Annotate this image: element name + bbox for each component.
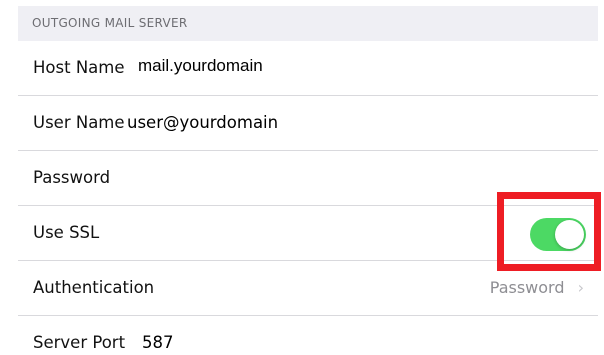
authentication-value: Password xyxy=(489,278,565,297)
host-name-label: Host Name xyxy=(33,58,125,77)
host-name-row[interactable]: Host Name mail.yourdomain xyxy=(18,41,598,96)
section-header-outgoing-mail-server: OUTGOING MAIL SERVER xyxy=(18,6,598,41)
user-name-label: User Name xyxy=(33,113,125,132)
server-port-value[interactable]: 587 xyxy=(142,316,174,355)
section-header-label: OUTGOING MAIL SERVER xyxy=(32,16,188,30)
settings-page: OUTGOING MAIL SERVER Host Name mail.your… xyxy=(0,0,604,355)
user-name-value[interactable]: user@yourdomain xyxy=(127,96,278,150)
server-port-row[interactable]: Server Port 587 xyxy=(18,316,598,355)
user-name-row[interactable]: User Name user@yourdomain xyxy=(18,96,598,151)
server-port-label: Server Port xyxy=(33,333,126,352)
authentication-label: Authentication xyxy=(33,278,155,297)
highlight-annotation-box xyxy=(497,192,601,271)
password-label: Password xyxy=(33,168,111,187)
use-ssl-label: Use SSL xyxy=(33,223,100,242)
host-name-value[interactable]: mail.yourdomain xyxy=(138,41,263,91)
